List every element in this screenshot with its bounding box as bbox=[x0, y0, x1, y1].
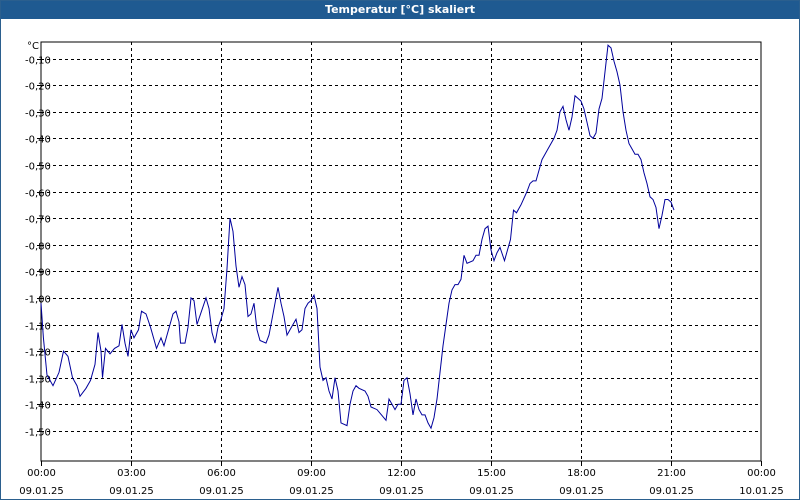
x-tick-label-date: 09.01.25 bbox=[289, 486, 334, 497]
x-tick-label-date: 09.01.25 bbox=[649, 486, 694, 497]
y-tick-label: -0,30 bbox=[25, 109, 51, 120]
window-title: Temperatur [°C] skaliert bbox=[1, 1, 799, 19]
series-layer bbox=[40, 44, 675, 430]
x-tick-label-date: 09.01.25 bbox=[469, 486, 514, 497]
y-tick-label: -1,50 bbox=[25, 428, 51, 439]
y-tick-label: -0,40 bbox=[25, 135, 51, 146]
x-tick-label-time: 03:00 bbox=[117, 468, 146, 479]
temperature-line-chart: °C -0,10 -0,20 -0,30 -0,40 -0,50 -0,60 -0,70 -0,… bbox=[19, 41, 784, 497]
y-tick-label: -0,10 bbox=[25, 56, 51, 67]
x-tick-label-time: 06:00 bbox=[207, 468, 236, 479]
y-tick-label: -0,80 bbox=[25, 242, 51, 253]
x-tick-label-date: 09.01.25 bbox=[379, 486, 424, 497]
x-tick-label-time: 09:00 bbox=[297, 468, 326, 479]
x-tick-label-time: 21:00 bbox=[657, 468, 686, 479]
x-tick-label-time: 15:00 bbox=[477, 468, 506, 479]
x-tick-label-time: 00:00 bbox=[747, 468, 776, 479]
x-tick-label-time: 12:00 bbox=[387, 468, 416, 479]
y-tick-label: -0,70 bbox=[25, 215, 51, 226]
x-tick-label-date: 09.01.25 bbox=[559, 486, 604, 497]
temperature-series-line bbox=[40, 44, 675, 430]
y-tick-label: -0,90 bbox=[25, 268, 51, 279]
x-tick-label-date: 09.01.25 bbox=[199, 486, 244, 497]
x-tick-label-date: 09.01.25 bbox=[109, 486, 154, 497]
y-axis-unit-label: °C bbox=[27, 41, 39, 52]
y-tick-label: -0,50 bbox=[25, 162, 51, 173]
y-tick-label: -1,20 bbox=[25, 348, 51, 359]
grid bbox=[41, 42, 761, 461]
x-tick-label-date: 09.01.25 bbox=[19, 486, 64, 497]
x-tick-label-time: 00:00 bbox=[27, 468, 56, 479]
x-tick-label-date: 10.01.25 bbox=[739, 486, 784, 497]
chart-window: Temperatur [°C] skaliert °C -0,10 -0,20 -0,… bbox=[0, 0, 800, 500]
x-tick-label-time: 18:00 bbox=[567, 468, 596, 479]
y-tick-label: -1,30 bbox=[25, 375, 51, 386]
y-tick-label: -0,60 bbox=[25, 189, 51, 200]
y-tick-label: -1,40 bbox=[25, 401, 51, 412]
y-tick-label: -0,20 bbox=[25, 82, 51, 93]
y-tick-label: -1,00 bbox=[25, 295, 51, 306]
y-tick-label: -1,10 bbox=[25, 322, 51, 333]
